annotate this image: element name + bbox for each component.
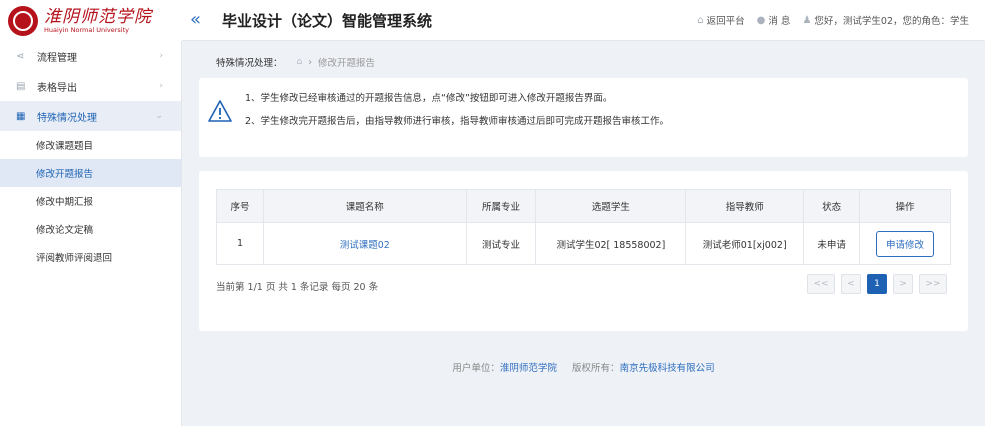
last-page-button[interactable]: >> <box>919 274 947 294</box>
breadcrumb-current-page: 修改开题报告 <box>318 58 376 69</box>
logo-english-name: Huaiyin Normal University <box>44 26 130 34</box>
notice-panel: 1、学生修改已经审核通过的开题报告信息，点“修改”按钮即可进入修改开题报告界面。… <box>199 78 968 157</box>
sidebar-item-label: 表格导出 <box>37 82 77 94</box>
share-icon: ⋖ <box>16 50 25 62</box>
sidebar-item-table-export[interactable]: ▤ 表格导出 › <box>0 71 181 101</box>
breadcrumb: 特殊情况处理： ⌂ › 修改开题报告 <box>216 55 376 70</box>
footer: 用户单位：淮阴师范学院 版权所有：南京先极科技有限公司 <box>182 360 985 374</box>
sidebar-item-label: 流程管理 <box>37 52 77 64</box>
column-header: 操作 <box>859 189 951 223</box>
footer-unit-label: 用户单位： <box>452 363 500 374</box>
chevron-down-icon: ⌄ <box>155 111 163 121</box>
column-header: 课题名称 <box>262 189 467 223</box>
footer-company-link[interactable]: 南京先极科技有限公司 <box>620 363 715 374</box>
cell-teacher: 测试老师01[xj002] <box>685 222 805 265</box>
table-row: 1 测试课题02 测试专业 测试学生02[ 18558002] 测试老师01[x… <box>216 222 951 265</box>
column-header: 指导教师 <box>685 189 805 223</box>
sidebar-item-label: 特殊情况处理 <box>37 112 97 124</box>
apply-modify-button[interactable]: 申请修改 <box>876 230 935 257</box>
notice-line: 2、学生修改完开题报告后，由指导教师进行审核，指导教师审核通过后即可完成开题报告… <box>245 116 670 127</box>
column-header: 序号 <box>216 189 264 223</box>
system-title: 毕业设计（论文）智能管理系统 <box>222 12 433 30</box>
table-header-row: 序号 课题名称 所属专业 选题学生 指导教师 状态 操作 <box>216 189 951 223</box>
prev-page-button[interactable]: < <box>841 274 861 294</box>
footer-copyright-label: 版权所有： <box>572 363 620 374</box>
sidebar: ⋖ 流程管理 › ▤ 表格导出 › ▦ 特殊情况处理 ⌄ 修改课题题目 修改开题… <box>0 41 182 426</box>
messages-link[interactable]: ● 消 息 <box>756 13 791 28</box>
sidebar-item-process[interactable]: ⋖ 流程管理 › <box>0 41 181 71</box>
pagination-info: 当前第 1/1 页 共 1 条记录 每页 20 条 <box>216 282 379 293</box>
current-page-button[interactable]: 1 <box>867 274 887 294</box>
sidebar-subitem-modify-topic[interactable]: 修改课题题目 <box>0 131 181 159</box>
sidebar-item-special-cases[interactable]: ▦ 特殊情况处理 ⌄ <box>0 101 181 131</box>
next-page-button[interactable]: > <box>893 274 913 294</box>
notice-line: 1、学生修改已经审核通过的开题报告信息，点“修改”按钮即可进入修改开题报告界面。 <box>245 93 613 104</box>
chevron-right-icon: › <box>159 51 163 61</box>
message-bubble-icon: ● <box>756 14 766 26</box>
proposal-table: 序号 课题名称 所属专业 选题学生 指导教师 状态 操作 1 测试课题02 测试… <box>216 189 951 265</box>
warning-triangle-icon <box>208 100 232 122</box>
column-header: 选题学生 <box>535 189 687 223</box>
back-to-platform-link[interactable]: ⌂ 返回平台 <box>697 13 745 28</box>
document-edit-icon: ▦ <box>16 110 26 122</box>
cell-status: 未申请 <box>803 222 861 265</box>
back-to-platform-label: 返回平台 <box>706 16 745 27</box>
double-chevron-left-icon[interactable]: « <box>190 10 201 30</box>
chevron-right-icon: › <box>159 81 163 91</box>
pagination: << < 1 > >> <box>807 274 947 294</box>
cell-major: 测试专业 <box>465 222 537 265</box>
sidebar-subitem-modify-proposal[interactable]: 修改开题报告 <box>0 159 181 187</box>
sidebar-subitem-review-return[interactable]: 评阅教师评阅退回 <box>0 243 181 271</box>
messages-label: 消 息 <box>768 16 791 27</box>
topic-link[interactable]: 测试课题02 <box>262 222 467 265</box>
cell-action: 申请修改 <box>859 222 951 265</box>
logo-chinese-name: 淮阴师范学院 <box>44 7 152 27</box>
column-header: 所属专业 <box>465 189 537 223</box>
footer-unit-link[interactable]: 淮阴师范学院 <box>500 363 557 374</box>
breadcrumb-separator: › <box>308 56 313 68</box>
table-export-icon: ▤ <box>16 80 26 92</box>
home-icon: ⌂ <box>697 14 704 26</box>
sidebar-subitem-modify-midterm[interactable]: 修改中期汇报 <box>0 187 181 215</box>
cell-no: 1 <box>216 222 264 265</box>
breadcrumb-section: 特殊情况处理： <box>216 58 283 69</box>
university-emblem-icon <box>8 5 38 36</box>
home-icon[interactable]: ⌂ <box>297 57 303 67</box>
top-header: 淮阴师范学院 Huaiyin Normal University « 毕业设计（… <box>0 0 985 41</box>
university-logo[interactable]: 淮阴师范学院 Huaiyin Normal University <box>0 0 182 41</box>
first-page-button[interactable]: << <box>807 274 835 294</box>
user-icon: ♟ <box>802 14 812 26</box>
results-card: 序号 课题名称 所属专业 选题学生 指导教师 状态 操作 1 测试课题02 测试… <box>199 171 968 331</box>
user-info: ♟ 您好，测试学生02，您的角色：学生 <box>802 13 969 28</box>
sidebar-subitem-modify-final[interactable]: 修改论文定稿 <box>0 215 181 243</box>
cell-student: 测试学生02[ 18558002] <box>535 222 687 265</box>
column-header: 状态 <box>803 189 861 223</box>
user-greeting: 您好，测试学生02，您的角色：学生 <box>814 16 969 27</box>
